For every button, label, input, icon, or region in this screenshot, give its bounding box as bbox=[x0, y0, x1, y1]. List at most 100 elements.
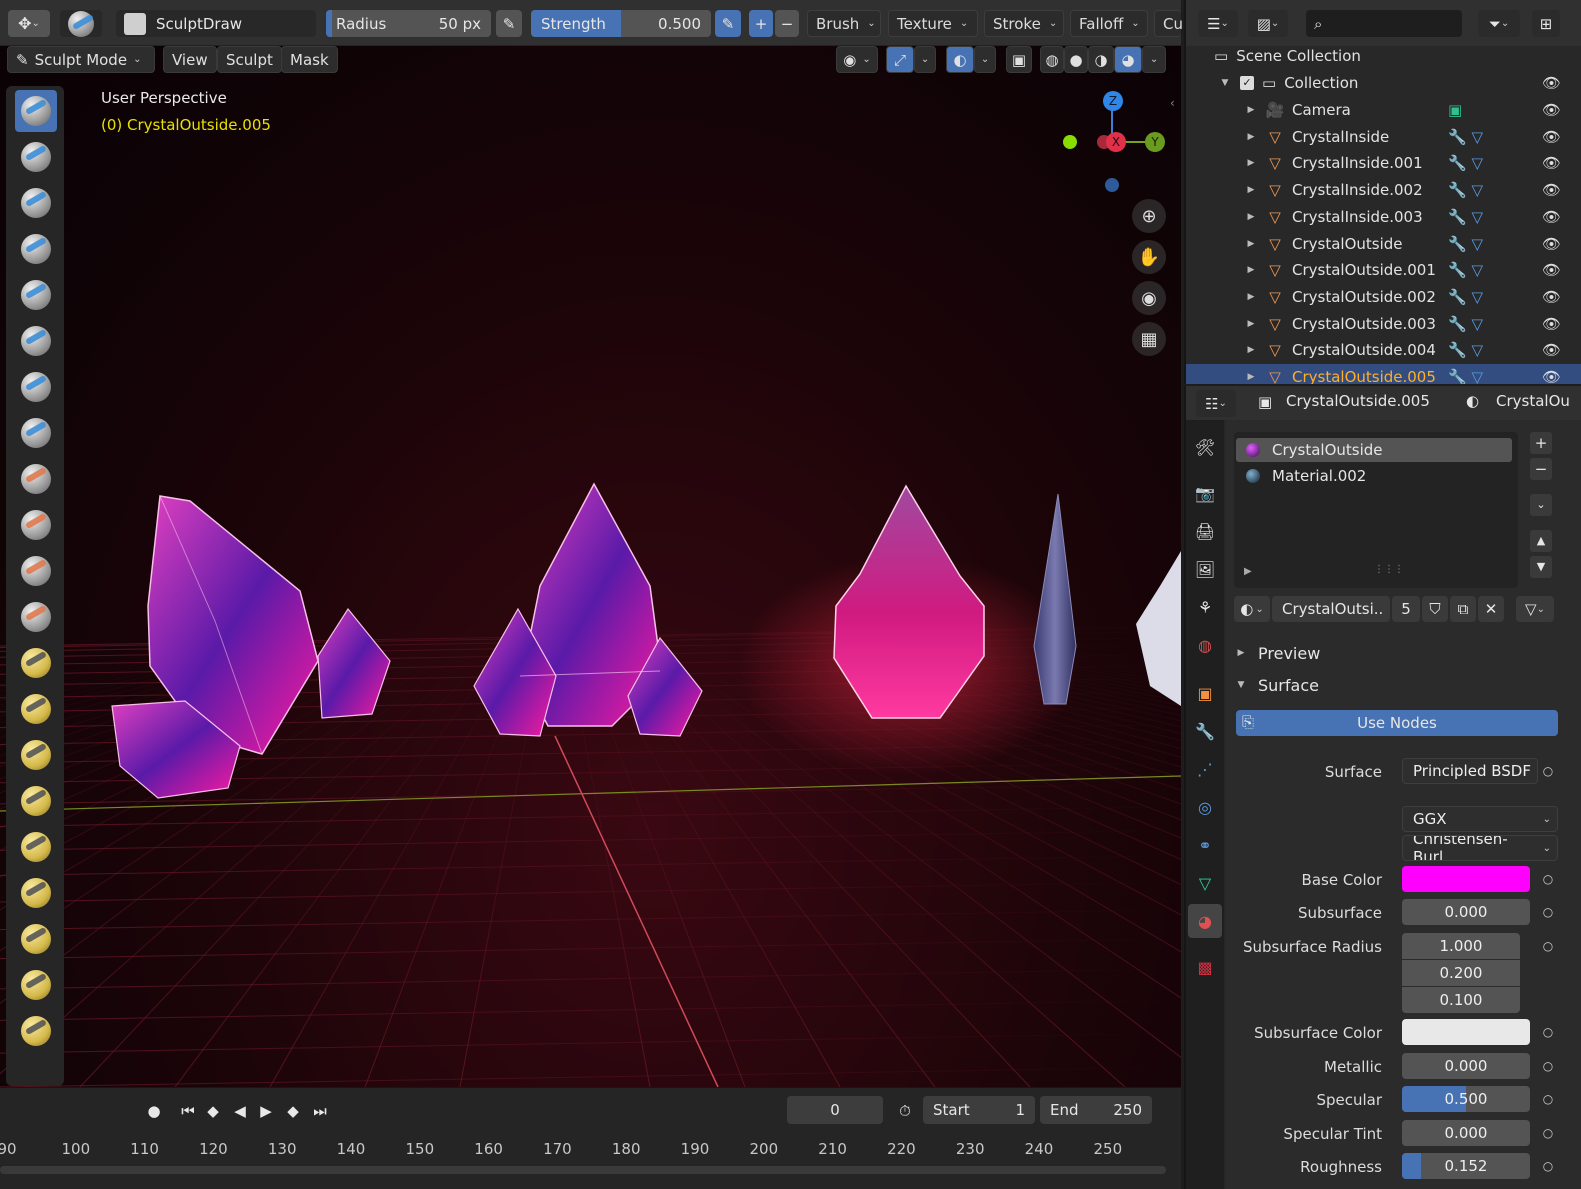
remove-slot-button[interactable]: − bbox=[1530, 458, 1552, 480]
eye-icon[interactable]: 👁 bbox=[1542, 341, 1561, 359]
gizmo-y[interactable]: Y bbox=[1145, 132, 1165, 152]
tool-draw-sharp[interactable] bbox=[15, 136, 57, 178]
expand-arrow-icon[interactable]: ▶ bbox=[1244, 265, 1258, 275]
mask-menu[interactable]: Mask bbox=[281, 46, 338, 73]
eye-icon[interactable]: 👁 bbox=[1542, 101, 1561, 119]
tool-simplify[interactable] bbox=[15, 918, 57, 960]
tool-smooth[interactable] bbox=[15, 458, 57, 500]
jump-end-icon[interactable]: ⏭ bbox=[308, 1099, 332, 1123]
slot-item-crystaloutside[interactable]: CrystalOutside bbox=[1236, 438, 1512, 462]
subsurface-radius-y[interactable]: 0.200 bbox=[1402, 960, 1520, 986]
tool-box-mask[interactable] bbox=[15, 1010, 57, 1052]
duplicate-material-button[interactable]: ⧉ bbox=[1450, 596, 1476, 622]
move-slot-up-button[interactable]: ▲ bbox=[1530, 530, 1552, 552]
overlay-toggle[interactable]: ◐ bbox=[946, 46, 974, 73]
radius-slider[interactable]: Radius 50 px bbox=[326, 10, 491, 37]
scene-collection-row[interactable]: ▭ Scene Collection bbox=[1186, 43, 1581, 69]
slot-item-material-002[interactable]: Material.002 bbox=[1236, 464, 1512, 488]
visibility-menu[interactable]: ◉ ⌄ bbox=[836, 46, 878, 73]
eye-icon[interactable]: 👁 bbox=[1542, 368, 1561, 384]
modifier-icon[interactable]: 🔧 ▽ bbox=[1448, 235, 1483, 253]
falloff-menu[interactable]: Falloff ⌄ bbox=[1070, 10, 1148, 37]
stroke-menu[interactable]: Stroke ⌄ bbox=[984, 10, 1064, 37]
modifier-icon[interactable]: 🔧 ▽ bbox=[1448, 288, 1483, 306]
expand-arrow-icon[interactable]: ▶ bbox=[1244, 212, 1258, 222]
modifier-icon[interactable]: 🔧 ▽ bbox=[1448, 128, 1483, 146]
view-layer-tab[interactable]: 🖼 bbox=[1188, 552, 1222, 586]
output-tab[interactable]: 🖨 bbox=[1188, 514, 1222, 548]
expand-arrow-icon[interactable]: ▶ bbox=[1244, 372, 1258, 382]
material-name-field[interactable]: CrystalOutsi.. bbox=[1272, 596, 1390, 622]
gizmo-z[interactable]: Z bbox=[1103, 91, 1123, 111]
use-nodes-button[interactable]: ⎘ Use Nodes bbox=[1236, 710, 1558, 736]
mode-selector[interactable]: ✎ Sculpt Mode ⌄ bbox=[7, 46, 155, 73]
gizmo-x[interactable]: X bbox=[1106, 132, 1126, 152]
tool-nudge[interactable] bbox=[15, 826, 57, 868]
socket-dot-icon[interactable]: ○ bbox=[1540, 1125, 1556, 1141]
eye-icon[interactable]: 👁 bbox=[1542, 288, 1561, 306]
browse-material-button[interactable]: ◐ ⌄ bbox=[1234, 596, 1270, 622]
solid-shading[interactable]: ● bbox=[1064, 46, 1088, 73]
scene-tab[interactable]: ⚘ bbox=[1188, 590, 1222, 624]
timeline-scrollbar[interactable] bbox=[0, 1166, 1166, 1174]
socket-dot-icon[interactable]: ○ bbox=[1540, 904, 1556, 920]
shading-dropdown[interactable]: ⌄ bbox=[1142, 46, 1166, 73]
outliner-item[interactable]: ▶ 🎥 Camera ▣ 👁 bbox=[1186, 97, 1581, 123]
render-tab[interactable]: 📷 bbox=[1188, 476, 1222, 510]
tool-settings-tab[interactable]: 🛠 bbox=[1188, 430, 1222, 464]
modifier-icon[interactable]: 🔧 ▽ bbox=[1448, 261, 1483, 279]
outliner-item[interactable]: ▶ ▽ CrystalInside.001 🔧 ▽ 👁 bbox=[1186, 150, 1581, 176]
navigation-gizmo[interactable]: Z X Y bbox=[1058, 86, 1168, 196]
overlay-dropdown[interactable]: ⌄ bbox=[974, 46, 996, 73]
modifier-icon[interactable]: 🔧 ▽ bbox=[1448, 208, 1483, 226]
socket-dot-icon[interactable]: ○ bbox=[1540, 1058, 1556, 1074]
texture-menu[interactable]: Texture ⌄ bbox=[888, 10, 978, 37]
constraints-tab[interactable]: ⚭ bbox=[1188, 828, 1222, 862]
view-menu[interactable]: View bbox=[163, 46, 217, 73]
subsurface-method-select[interactable]: Christensen-Burl.. ⌄ bbox=[1402, 835, 1558, 861]
xray-toggle[interactable]: ▣ bbox=[1006, 46, 1032, 73]
outliner-item[interactable]: ▶ ▽ CrystalInside.003 🔧 ▽ 👁 bbox=[1186, 204, 1581, 230]
expand-arrow-icon[interactable]: ▶ bbox=[1244, 319, 1258, 329]
new-collection-button[interactable]: ⊞ bbox=[1532, 10, 1560, 37]
properties-type-button[interactable]: ☷ ⌄ bbox=[1196, 390, 1236, 417]
rendered-shading[interactable]: ◕ bbox=[1114, 46, 1142, 73]
editor-type-button[interactable]: ✥ ⌄ bbox=[8, 10, 50, 37]
modifier-icon[interactable]: 🔧 ▽ bbox=[1448, 368, 1483, 384]
subsurface-radius-z[interactable]: 0.100 bbox=[1402, 987, 1520, 1013]
eye-icon[interactable]: 👁 bbox=[1542, 235, 1561, 253]
tool-snake-hook[interactable] bbox=[15, 734, 57, 776]
subtract-direction-button[interactable]: − bbox=[775, 10, 799, 37]
outliner-item[interactable]: ▶ ▽ CrystalOutside.004 🔧 ▽ 👁 bbox=[1186, 337, 1581, 363]
add-direction-button[interactable]: + bbox=[749, 10, 773, 37]
outliner-item[interactable]: ▶ ▽ CrystalOutside 🔧 ▽ 👁 bbox=[1186, 231, 1581, 257]
tool-grab[interactable] bbox=[15, 688, 57, 730]
add-slot-button[interactable]: + bbox=[1530, 432, 1552, 454]
expand-arrow-icon[interactable]: ▶ bbox=[1244, 345, 1258, 355]
socket-dot-icon[interactable]: ○ bbox=[1540, 763, 1556, 779]
ortho-grid-icon[interactable]: ▦ bbox=[1132, 322, 1166, 356]
brush-menu[interactable]: Brush ⌄ bbox=[807, 10, 881, 37]
frame-ruler[interactable]: 90 100 110 120 130 140 150 160 170 180 190 200 210 22… bbox=[0, 1132, 1160, 1162]
3d-viewport[interactable]: User Perspective (0) CrystalOutside.005 … bbox=[0, 46, 1181, 1087]
socket-dot-icon[interactable]: ○ bbox=[1540, 1024, 1556, 1040]
subsurface-field[interactable]: 0.000 bbox=[1402, 899, 1530, 925]
expand-arrow-icon[interactable]: ▶ bbox=[1244, 132, 1258, 142]
modifier-icon[interactable]: 🔧 ▽ bbox=[1448, 315, 1483, 333]
specular-slider[interactable]: 0.500 bbox=[1402, 1086, 1530, 1112]
data-tab[interactable]: ▽ bbox=[1188, 866, 1222, 900]
strength-slider[interactable]: Strength 0.500 bbox=[531, 10, 711, 37]
modifier-icon[interactable]: 🔧 ▽ bbox=[1448, 341, 1483, 359]
physics-tab[interactable]: ◎ bbox=[1188, 790, 1222, 824]
outliner-item[interactable]: ▶ ▽ CrystalOutside.005 🔧 ▽ 👁 bbox=[1186, 364, 1581, 384]
record-icon[interactable]: ● bbox=[142, 1099, 166, 1123]
modifier-icon[interactable]: 🔧 ▽ bbox=[1448, 181, 1483, 199]
distribution-select[interactable]: GGX ⌄ bbox=[1402, 806, 1558, 832]
next-keyframe-icon[interactable]: ◆ bbox=[281, 1099, 305, 1123]
list-resize-handle-icon[interactable]: ⋮⋮⋮ bbox=[1374, 564, 1404, 575]
texture-tab[interactable]: ▩ bbox=[1188, 950, 1222, 984]
tool-clay-strips[interactable] bbox=[15, 228, 57, 270]
tool-clay[interactable] bbox=[15, 182, 57, 224]
list-expand-icon[interactable]: ▶ bbox=[1244, 566, 1252, 577]
outliner-item[interactable]: ▶ ▽ CrystalOutside.002 🔧 ▽ 👁 bbox=[1186, 284, 1581, 310]
